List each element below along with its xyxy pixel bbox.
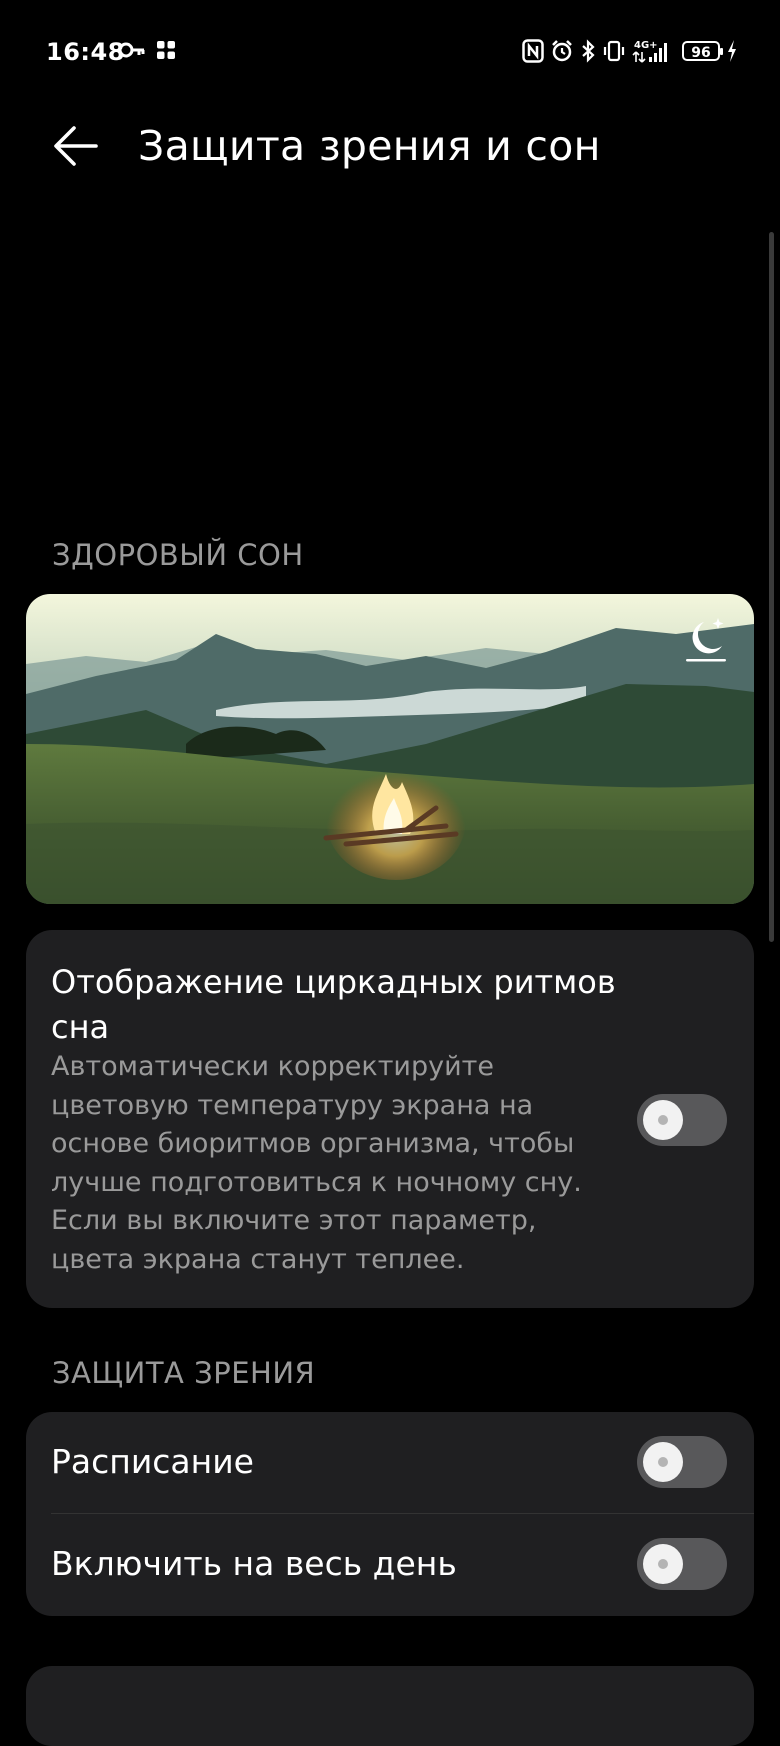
arrow-left-icon <box>54 126 98 166</box>
circadian-toggle[interactable] <box>637 1094 727 1146</box>
back-button[interactable] <box>48 118 104 174</box>
next-card <box>26 1666 754 1746</box>
battery-indicator: 96 <box>682 41 723 61</box>
schedule-row[interactable]: Расписание <box>26 1412 754 1514</box>
charging-icon <box>728 40 736 62</box>
key-icon <box>118 42 145 58</box>
alarm-icon <box>552 40 572 62</box>
section-header-sleep: ЗДОРОВЫЙ СОН <box>52 538 304 572</box>
signal-4g-icon: 4G+ <box>632 40 667 63</box>
status-right-icons: 4G+ 96 <box>522 38 738 64</box>
network-type-label: 4G+ <box>634 40 658 51</box>
schedule-toggle[interactable] <box>637 1436 727 1488</box>
scrollbar[interactable] <box>769 232 774 942</box>
all-day-row[interactable]: Включить на весь день <box>26 1514 754 1616</box>
moon-stars-icon[interactable] <box>682 614 730 664</box>
status-left-icons <box>118 40 176 60</box>
circadian-description: Автоматически корректируйте цветовую тем… <box>51 1051 582 1275</box>
toggle-knob <box>643 1544 683 1584</box>
campfire-landscape-image <box>26 594 754 904</box>
all-day-label: Включить на весь день <box>51 1544 457 1583</box>
toggle-knob <box>643 1442 683 1482</box>
circadian-title: Отображение циркадных ритмов сна <box>51 963 616 1046</box>
battery-level: 96 <box>691 45 711 61</box>
nfc-icon <box>522 39 544 63</box>
circadian-card: Отображение циркадных ритмов сна Автомат… <box>26 930 754 1308</box>
schedule-label: Расписание <box>51 1442 254 1481</box>
app-header: Защита зрения и сон <box>0 110 780 190</box>
sleep-illustration <box>26 594 754 904</box>
status-time: 16:48 <box>46 38 125 66</box>
toggle-knob <box>643 1100 683 1140</box>
all-day-toggle[interactable] <box>637 1538 727 1590</box>
grid-apps-icon <box>157 41 175 59</box>
status-bar: 16:48 4G+ 96 <box>0 28 780 76</box>
page-title: Защита зрения и сон <box>138 122 601 170</box>
bluetooth-icon <box>582 39 595 63</box>
section-header-eye-protection: ЗАЩИТА ЗРЕНИЯ <box>52 1356 316 1390</box>
vibrate-icon <box>603 40 625 62</box>
eye-protection-card: Расписание Включить на весь день <box>26 1412 754 1616</box>
